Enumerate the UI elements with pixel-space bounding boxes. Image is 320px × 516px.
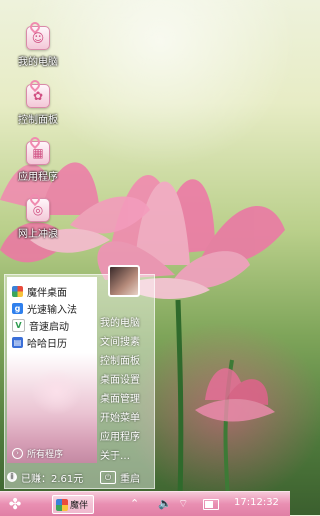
wifi-icon[interactable]: ⌔ xyxy=(178,497,188,511)
menu-link-my-computer[interactable]: 我的电脑 xyxy=(100,314,140,329)
cat-computer-icon: ☺ xyxy=(26,26,50,50)
desktop-icon-label: 应用程序 xyxy=(18,172,58,183)
all-programs-button[interactable]: › 所有程序 xyxy=(12,447,97,460)
start-menu-pinned-panel: 魔伴桌面 g 光速输入法 V 音速启动 ▤ 哈哈日历 › 所有程序 xyxy=(7,277,97,463)
taskbar-app-moban[interactable]: 魔伴 xyxy=(52,495,94,514)
desktop-icon-web-surfing[interactable]: ◎ 网上冲浪 xyxy=(14,198,62,240)
user-avatar[interactable] xyxy=(108,265,140,297)
menu-item-input-method[interactable]: g 光速输入法 xyxy=(12,300,97,316)
v-launcher-icon: V xyxy=(12,318,25,332)
info-icon: i xyxy=(7,472,17,482)
earnings-status: i 已赚：2.61元 xyxy=(7,470,83,485)
taskbar: ✤ 魔伴 ⌃ 🔈 ⌔ 17:12:32 xyxy=(0,491,290,516)
apps-icon: ▦ xyxy=(26,141,50,165)
menu-item-mobanzhuomian[interactable]: 魔伴桌面 xyxy=(12,283,97,299)
globe-icon: ◎ xyxy=(26,198,50,222)
tray-expand-icon[interactable]: ⌃ xyxy=(130,497,139,510)
taskbar-clock[interactable]: 17:12:32 xyxy=(234,497,279,508)
desktop-icon-label: 网上冲浪 xyxy=(18,229,58,240)
desktop-icon-label: 控制面板 xyxy=(18,115,58,126)
restart-button[interactable]: ⏻ 重启 xyxy=(100,470,140,485)
desktop-icon-applications[interactable]: ▦ 应用程序 xyxy=(14,141,62,183)
earnings-label: 已赚：2.61元 xyxy=(21,473,84,485)
mobanzhuomian-icon xyxy=(56,498,68,511)
volume-icon[interactable]: 🔈 xyxy=(158,497,172,510)
menu-link-control-panel[interactable]: 控制面板 xyxy=(100,352,140,367)
power-icon: ⏻ xyxy=(100,470,116,484)
menu-item-label: 光速输入法 xyxy=(27,304,77,316)
mobanzhuomian-icon xyxy=(12,285,23,297)
menu-item-calendar[interactable]: ▤ 哈哈日历 xyxy=(12,334,97,350)
system-tray: ⌃ 🔈 ⌔ 17:12:32 xyxy=(130,492,290,516)
menu-link-file-search[interactable]: 文间搜素 xyxy=(100,333,140,348)
clover-icon: ✤ xyxy=(8,495,22,513)
start-menu: 魔伴桌面 g 光速输入法 V 音速启动 ▤ 哈哈日历 › 所有程序 我的电脑 文… xyxy=(4,265,155,489)
menu-link-applications[interactable]: 应用程序 xyxy=(100,428,140,443)
desktop-icon-label: 我的电脑 xyxy=(18,57,58,68)
start-menu-footer: i 已赚：2.61元 ⏻ 重启 xyxy=(5,466,154,488)
battery-icon[interactable] xyxy=(203,499,219,510)
menu-link-start-menu[interactable]: 开始菜单 xyxy=(100,409,140,424)
arrow-right-icon: › xyxy=(12,448,23,459)
start-button[interactable]: ✤ xyxy=(6,495,24,513)
taskbar-app-label: 魔伴 xyxy=(70,501,89,511)
restart-label: 重启 xyxy=(120,473,140,485)
flower-control-panel-icon: ✿ xyxy=(26,84,50,108)
calendar-icon: ▤ xyxy=(12,336,23,348)
menu-item-v-launcher[interactable]: V 音速启动 xyxy=(12,317,97,333)
menu-link-desktop-settings[interactable]: 桌面设置 xyxy=(100,371,140,386)
desktop-icon-control-panel[interactable]: ✿ 控制面板 xyxy=(14,84,62,126)
input-method-icon: g xyxy=(12,302,23,314)
desktop-icon-my-computer[interactable]: ☺ 我的电脑 xyxy=(14,26,62,68)
menu-item-label: 哈哈日历 xyxy=(27,338,67,350)
all-programs-label: 所有程序 xyxy=(27,450,64,460)
menu-link-about[interactable]: 关于… xyxy=(100,447,130,462)
menu-link-desktop-manager[interactable]: 桌面管理 xyxy=(100,390,140,405)
menu-item-label: 魔伴桌面 xyxy=(27,287,67,299)
menu-item-label: 音速启动 xyxy=(29,321,69,333)
